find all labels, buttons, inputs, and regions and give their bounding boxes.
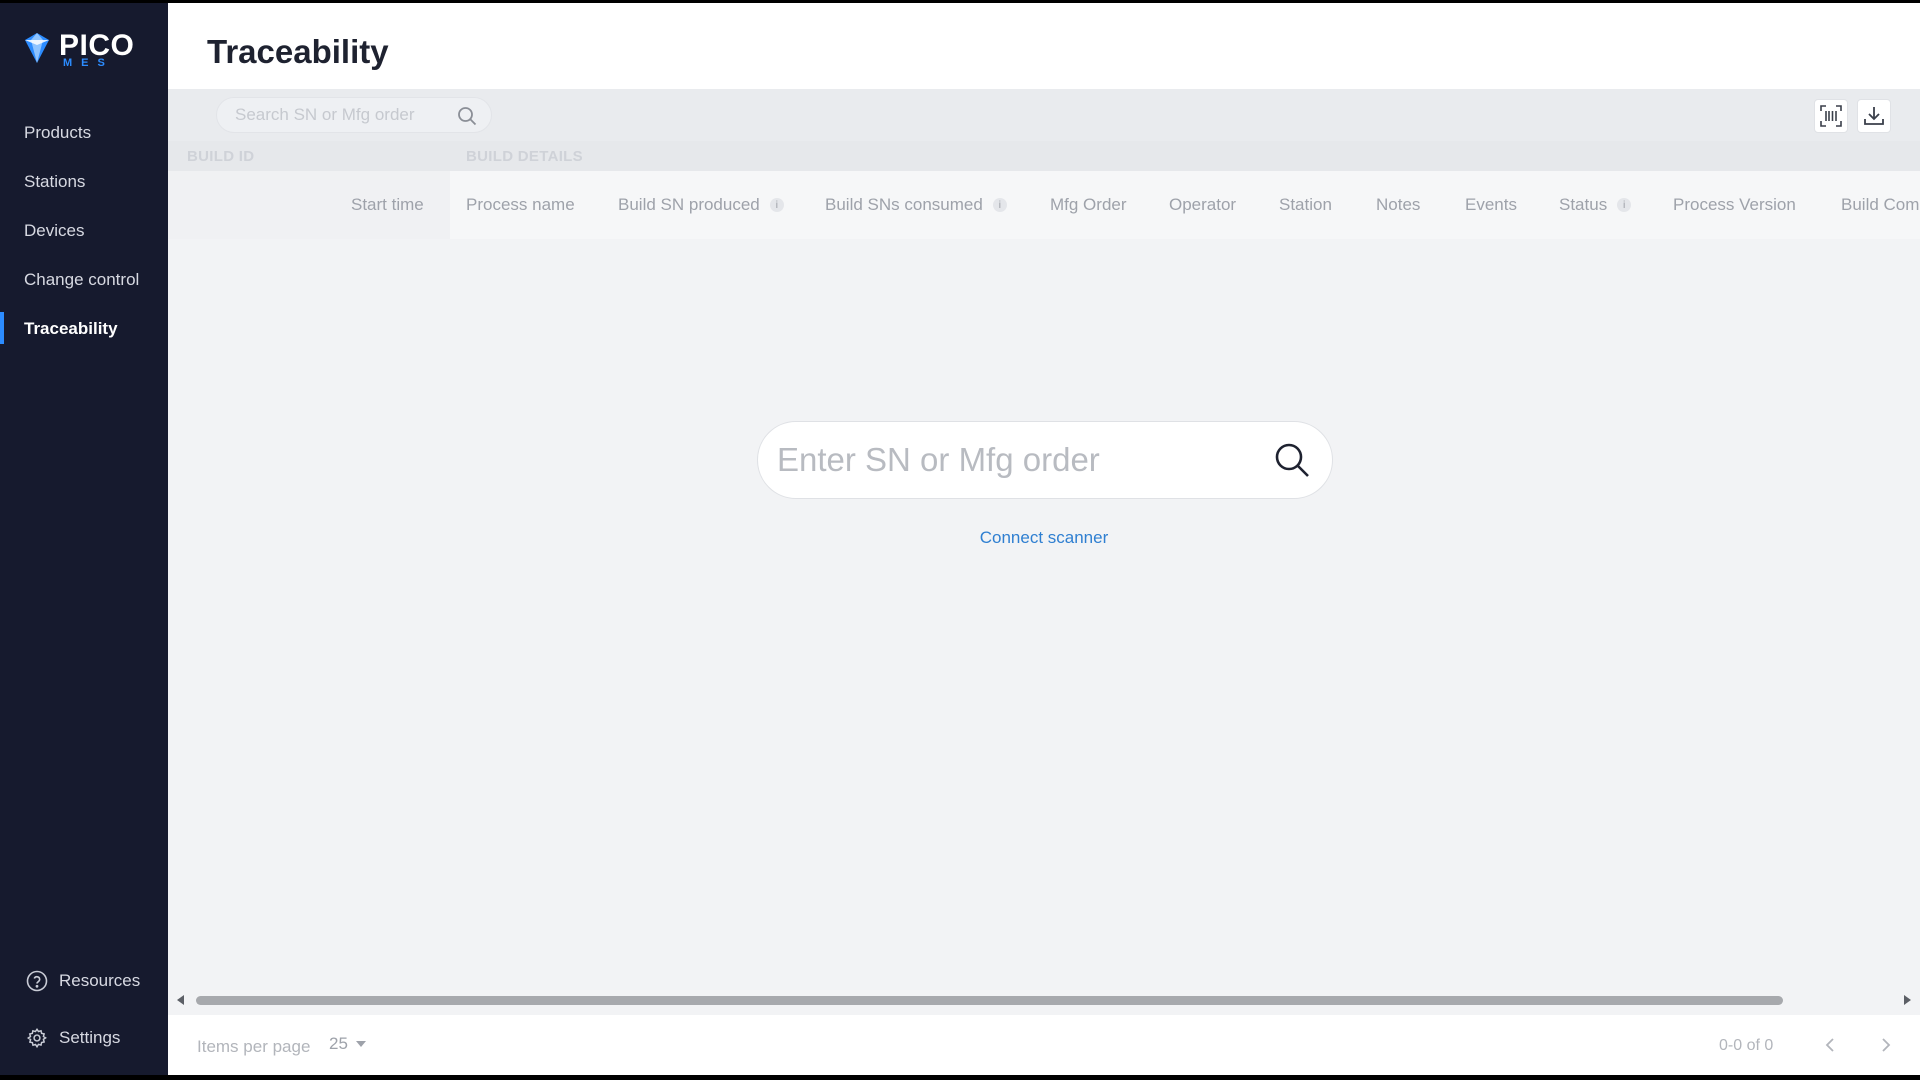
sidebar-item-devices[interactable]: Devices	[0, 206, 168, 255]
gear-icon	[26, 1027, 47, 1049]
sidebar-item-products[interactable]: Products	[0, 108, 168, 157]
sidebar-nav: Products Stations Devices Change control…	[0, 108, 168, 353]
scan-barcode-button[interactable]	[1814, 99, 1848, 133]
column-label: Operator	[1169, 195, 1237, 214]
previous-page-button[interactable]	[1820, 1035, 1840, 1055]
column-label: Notes	[1376, 195, 1421, 214]
sidebar-item-label: Products	[24, 122, 92, 142]
sidebar: PICO MES Products Stations Devices Chang…	[0, 3, 168, 1075]
column-label: Start time	[351, 195, 424, 214]
search-icon[interactable]	[1273, 441, 1311, 479]
table-footer: Items per page 25 0-0 of 0	[168, 1015, 1920, 1075]
main-content: Traceability Search SN or Mfg order BUIL…	[168, 3, 1920, 1075]
pagination-range: 0-0 of 0	[1719, 1037, 1774, 1054]
table-toolbar	[168, 89, 1920, 141]
connect-scanner-row: Connect scanner	[168, 528, 1920, 548]
search-icon[interactable]	[457, 106, 477, 126]
sidebar-item-settings[interactable]: Settings	[0, 1018, 168, 1058]
column-status[interactable]: Status i	[1559, 195, 1632, 215]
column-label: Status	[1559, 195, 1608, 214]
column-operator[interactable]: Operator	[1169, 195, 1236, 215]
table-column-header: Start time Process name Build SN produce…	[168, 171, 1920, 239]
column-label: Mfg Order	[1050, 195, 1127, 214]
info-icon[interactable]: i	[769, 198, 784, 212]
page-title: Traceability	[207, 33, 389, 70]
sidebar-item-label: Resources	[59, 971, 141, 990]
sidebar-item-change-control[interactable]: Change control	[0, 255, 168, 304]
chevron-right-icon	[1882, 1038, 1891, 1052]
table-group-header: BUILD ID BUILD DETAILS	[168, 141, 1920, 171]
help-circle-icon	[26, 970, 48, 992]
download-button[interactable]	[1857, 99, 1891, 133]
column-build-components[interactable]: Build Com	[1841, 195, 1919, 215]
column-build-sns-consumed[interactable]: Build SNs consumed i	[825, 195, 1007, 215]
sidebar-item-label: Traceability	[24, 318, 118, 338]
sidebar-item-label: Change control	[24, 269, 140, 289]
column-notes[interactable]: Notes	[1376, 195, 1420, 215]
download-icon	[1864, 107, 1884, 125]
toolbar-search-input[interactable]	[235, 105, 455, 125]
sidebar-item-label: Devices	[24, 220, 85, 240]
column-mfg-order[interactable]: Mfg Order	[1050, 195, 1127, 215]
toolbar-search	[216, 97, 492, 133]
connect-scanner-link[interactable]: Connect scanner	[980, 528, 1109, 547]
chevron-left-icon	[1825, 1038, 1834, 1052]
center-search	[757, 421, 1333, 499]
items-per-page-label: Items per page	[197, 1037, 311, 1056]
column-label: Process Version	[1673, 195, 1796, 214]
group-build-id: BUILD ID	[187, 148, 255, 165]
scroll-right-icon[interactable]	[1904, 995, 1911, 1005]
sidebar-item-label: Settings	[59, 1028, 121, 1047]
sidebar-item-label: Stations	[24, 171, 86, 191]
column-events[interactable]: Events	[1465, 195, 1517, 215]
chevron-down-icon	[355, 1041, 366, 1047]
pico-logo-icon	[25, 33, 49, 63]
group-build-details: BUILD DETAILS	[466, 148, 583, 165]
column-process-name[interactable]: Process name	[466, 195, 575, 215]
column-build-sn-produced[interactable]: Build SN produced i	[618, 195, 784, 215]
column-process-version[interactable]: Process Version	[1673, 195, 1796, 215]
next-page-button[interactable]	[1876, 1035, 1896, 1055]
sidebar-item-traceability[interactable]: Traceability	[0, 304, 168, 353]
column-station[interactable]: Station	[1279, 195, 1332, 215]
info-icon[interactable]: i	[992, 198, 1007, 212]
items-per-page-select[interactable]: 25	[329, 1034, 366, 1054]
sidebar-item-resources[interactable]: Resources	[0, 961, 168, 1001]
scrollbar-thumb[interactable]	[196, 996, 1783, 1005]
column-label: Process name	[466, 195, 575, 214]
column-start-time[interactable]: Start time	[351, 195, 424, 215]
column-label: Events	[1465, 195, 1517, 214]
column-label: Build SN produced	[618, 195, 760, 214]
center-search-input[interactable]	[777, 441, 1237, 479]
page-header: Traceability	[168, 3, 1920, 89]
column-label: Station	[1279, 195, 1332, 214]
app-window: PICO MES Products Stations Devices Chang…	[0, 3, 1920, 1075]
horizontal-scrollbar[interactable]	[168, 991, 1920, 1009]
sidebar-item-stations[interactable]: Stations	[0, 157, 168, 206]
barcode-scan-icon	[1820, 105, 1842, 127]
logo[interactable]: PICO MES	[23, 31, 134, 69]
scroll-left-icon[interactable]	[177, 995, 184, 1005]
column-label: Build Com	[1841, 195, 1920, 214]
column-label: Build SNs consumed	[825, 195, 983, 214]
info-icon[interactable]: i	[1617, 198, 1632, 212]
items-per-page-value: 25	[329, 1034, 348, 1053]
